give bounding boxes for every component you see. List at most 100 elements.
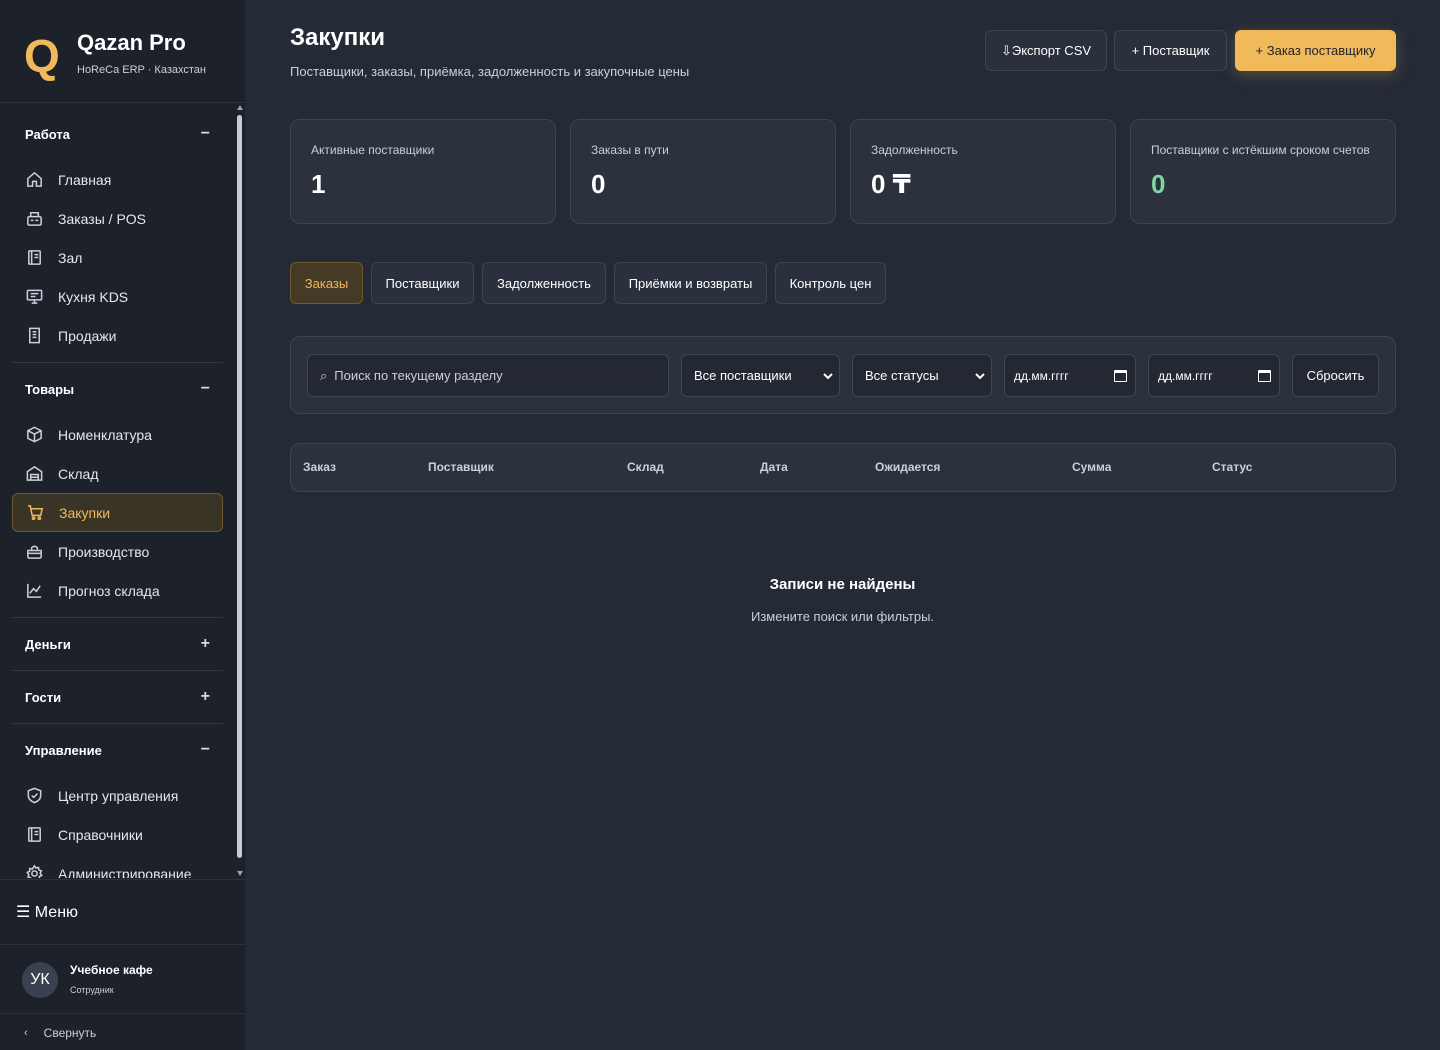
nav-group-label: Гости — [25, 689, 62, 705]
status-select[interactable]: Все статусы — [852, 354, 992, 397]
stat-value: 1 — [311, 169, 326, 199]
sidebar-scrollbar[interactable] — [235, 103, 245, 878]
calendar-icon[interactable] — [1258, 369, 1271, 382]
nav-group-goods: Товары − Номенклатура Склад Закупки Прои… — [12, 363, 223, 618]
brand-logo-icon: Q — [24, 30, 60, 82]
scroll-thumb[interactable] — [237, 115, 242, 858]
nav-group-header-money[interactable]: Деньги + — [12, 618, 223, 670]
chevron-down-icon — [821, 369, 835, 383]
sidebar-item-label: Кухня KDS — [58, 288, 129, 305]
sidebar-item-label: Главная — [58, 171, 112, 188]
expand-toggle-icon[interactable]: + — [201, 635, 210, 653]
sidebar-item-control-center[interactable]: Центр управления — [12, 776, 223, 815]
stat-card-debt: Задолженность 0 ₸ — [850, 119, 1116, 224]
orders-table-header: Заказ Поставщик Склад Дата Ожидается Сум… — [290, 443, 1396, 492]
supplier-order-button[interactable]: + Заказ поставщику — [1235, 30, 1396, 71]
nav-group-label: Управление — [25, 742, 102, 758]
stat-value: 0 — [591, 169, 606, 199]
brand-subtitle: HoReCa ERP · Казахстан — [77, 64, 206, 76]
sidebar-item-orders-pos[interactable]: Заказы / POS — [12, 199, 223, 238]
calendar-icon[interactable] — [1114, 369, 1127, 382]
date-to-input[interactable]: дд.мм.гггг — [1148, 354, 1280, 397]
sidebar-item-administration[interactable]: Администрирование — [12, 854, 223, 878]
book-icon — [28, 827, 41, 842]
date-from-input[interactable]: дд.мм.гггг — [1004, 354, 1136, 397]
search-icon: ⌕ — [320, 367, 328, 383]
kds-icon — [26, 289, 43, 304]
reset-filters-button[interactable]: Сбросить — [1292, 354, 1379, 397]
nav-group-label: Деньги — [25, 636, 71, 652]
sidebar-item-purchases[interactable]: Закупки — [12, 493, 223, 532]
collapse-toggle-icon[interactable]: − — [201, 125, 210, 143]
add-supplier-button[interactable]: + Поставщик — [1114, 30, 1227, 71]
gear-icon — [26, 864, 43, 878]
sidebar-item-kds[interactable]: Кухня KDS — [12, 277, 223, 316]
sidebar-item-label: Прогноз склада — [58, 582, 160, 599]
sidebar-item-label: Закупки — [59, 504, 111, 521]
column-header-amount[interactable]: Сумма — [1072, 460, 1111, 474]
nav-group-header-management[interactable]: Управление − — [12, 724, 223, 776]
tab-orders[interactable]: Заказы — [290, 262, 363, 304]
nav-group-header-work[interactable]: Работа − — [12, 108, 223, 160]
column-header-supplier[interactable]: Поставщик — [428, 460, 494, 474]
column-header-date[interactable]: Дата — [760, 460, 788, 474]
status-select-value: Все статусы — [865, 368, 939, 383]
collapse-toggle-icon[interactable]: − — [201, 741, 210, 759]
sidebar-item-label: Заказы / POS — [58, 210, 147, 227]
hall-icon — [28, 250, 41, 265]
supplier-select[interactable]: Все поставщики — [681, 354, 840, 397]
nav-group-header-guests[interactable]: Гости + — [12, 671, 223, 723]
stat-card-overdue-suppliers: Поставщики с истёкшим сроком счетов 0 — [1130, 119, 1396, 224]
main-content: Закупки Поставщики, заказы, приёмка, зад… — [245, 0, 1440, 1050]
column-header-expected[interactable]: Ожидается — [875, 460, 940, 474]
date-to-placeholder: дд.мм.гггг — [1158, 368, 1213, 383]
user-name: Учебное кафе — [70, 963, 153, 977]
chart-icon — [27, 583, 42, 598]
sidebar-item-production[interactable]: Производство — [12, 532, 223, 571]
column-header-order[interactable]: Заказ — [303, 460, 336, 474]
sidebar-item-label: Справочники — [58, 826, 143, 843]
tab-price-control[interactable]: Контроль цен — [775, 262, 886, 304]
sidebar: Q Qazan Pro HoReCa ERP · Казахстан Работ… — [0, 0, 245, 1050]
sidebar-item-hall[interactable]: Зал — [12, 238, 223, 277]
shield-icon — [27, 787, 42, 804]
stat-label: Заказы в пути — [591, 143, 669, 157]
collapse-toggle-icon[interactable]: − — [201, 380, 210, 398]
brand-name: Qazan Pro — [77, 30, 186, 55]
page-subtitle: Поставщики, заказы, приёмка, задолженнос… — [290, 64, 690, 79]
sidebar-item-home[interactable]: Главная — [12, 160, 223, 199]
search-input[interactable]: ⌕ Поиск по текущему разделу — [307, 354, 669, 397]
stat-card-orders-in-transit: Заказы в пути 0 — [570, 119, 836, 224]
chevron-left-icon: ‹ — [24, 1026, 28, 1039]
pot-icon — [27, 545, 42, 559]
export-csv-button[interactable]: ⇩Экспорт CSV — [985, 30, 1107, 71]
sidebar-item-sales[interactable]: Продажи — [12, 316, 223, 355]
scroll-down-arrow-icon[interactable] — [237, 871, 243, 876]
nav-group-header-goods[interactable]: Товары − — [12, 363, 223, 415]
page-title: Закупки — [290, 24, 386, 51]
receipt-icon — [28, 327, 41, 344]
sidebar-item-nomenclature[interactable]: Номенклатура — [12, 415, 223, 454]
column-header-status[interactable]: Статус — [1212, 460, 1252, 474]
nav-group-management: Управление − Центр управления Справочник… — [12, 724, 223, 878]
expand-toggle-icon[interactable]: + — [201, 688, 210, 706]
scroll-up-arrow-icon[interactable] — [237, 105, 243, 110]
filters-panel: ⌕ Поиск по текущему разделу Все поставщи… — [290, 336, 1396, 414]
empty-state-title: Записи не найдены — [769, 576, 916, 593]
menu-toggle-button[interactable]: ☰ Меню — [0, 879, 245, 945]
sidebar-item-references[interactable]: Справочники — [12, 815, 223, 854]
user-profile[interactable]: УК Учебное кафе Сотрудник — [0, 946, 245, 1014]
tab-suppliers[interactable]: Поставщики — [371, 262, 474, 304]
stat-label: Активные поставщики — [311, 143, 435, 157]
column-header-warehouse[interactable]: Склад — [627, 460, 664, 474]
tab-debt[interactable]: Задолженность — [482, 262, 606, 304]
warehouse-icon — [26, 465, 43, 481]
date-from-placeholder: дд.мм.гггг — [1014, 368, 1069, 383]
nav-group-guests: Гости + — [12, 671, 223, 724]
home-icon — [27, 171, 42, 187]
collapse-sidebar-button[interactable]: ‹ Свернуть — [0, 1015, 245, 1050]
tab-receipts-returns[interactable]: Приёмки и возвраты — [614, 262, 767, 304]
sidebar-item-warehouse[interactable]: Склад — [12, 454, 223, 493]
stat-label: Поставщики с истёкшим сроком счетов — [1151, 143, 1370, 157]
sidebar-item-stock-forecast[interactable]: Прогноз склада — [12, 571, 223, 610]
